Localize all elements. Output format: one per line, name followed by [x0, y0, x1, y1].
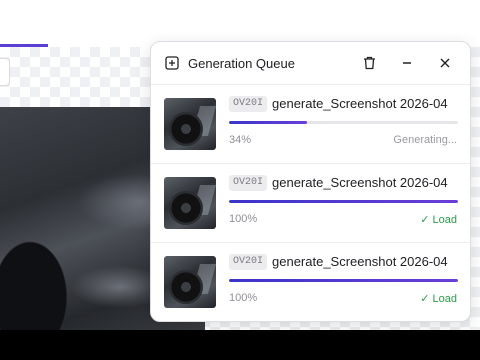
load-button[interactable]: ✓ Load [420, 213, 457, 226]
progress-bar [229, 200, 458, 203]
model-badge: OV20I [229, 254, 268, 270]
item-thumbnail [164, 256, 216, 308]
load-button[interactable]: ✓ Load [420, 292, 457, 305]
progress-bar [229, 279, 458, 282]
item-thumbnail [164, 98, 216, 150]
item-status: Generating... [393, 134, 457, 146]
plus-square-icon [165, 56, 179, 70]
queue-item[interactable]: OV20I generate_Screenshot 2026-04 100% ✓… [151, 164, 470, 243]
app-window: Generation Queue OV20I generate_Screensh… [0, 0, 480, 330]
queue-header: Generation Queue [151, 42, 470, 85]
top-bar [0, 0, 480, 46]
progress-percent: 34% [229, 134, 252, 146]
close-button[interactable] [434, 52, 456, 74]
item-filename: generate_Screenshot 2026-04 [272, 96, 448, 111]
clear-queue-button[interactable] [358, 52, 380, 74]
item-thumbnail [164, 177, 216, 229]
progress-bar [229, 121, 458, 124]
queue-item[interactable]: OV20I generate_Screenshot 2026-04 100% ✓… [151, 243, 470, 321]
progress-fill [229, 200, 458, 203]
progress-percent: 100% [229, 292, 258, 304]
progress-fill [229, 121, 307, 124]
queue-item[interactable]: OV20I generate_Screenshot 2026-04 34% Ge… [151, 85, 470, 164]
generation-queue-panel: Generation Queue OV20I generate_Screensh… [150, 41, 471, 322]
model-badge: OV20I [229, 175, 268, 191]
close-icon [440, 58, 450, 68]
side-control[interactable] [0, 58, 10, 86]
trash-icon [363, 56, 375, 70]
minimize-button[interactable] [396, 52, 418, 74]
item-filename: generate_Screenshot 2026-04 [272, 175, 448, 190]
model-badge: OV20I [229, 96, 268, 112]
item-filename: generate_Screenshot 2026-04 [272, 254, 448, 269]
minus-icon [403, 62, 411, 64]
progress-percent: 100% [229, 213, 258, 225]
queue-title: Generation Queue [188, 55, 295, 71]
progress-fill [229, 279, 458, 282]
